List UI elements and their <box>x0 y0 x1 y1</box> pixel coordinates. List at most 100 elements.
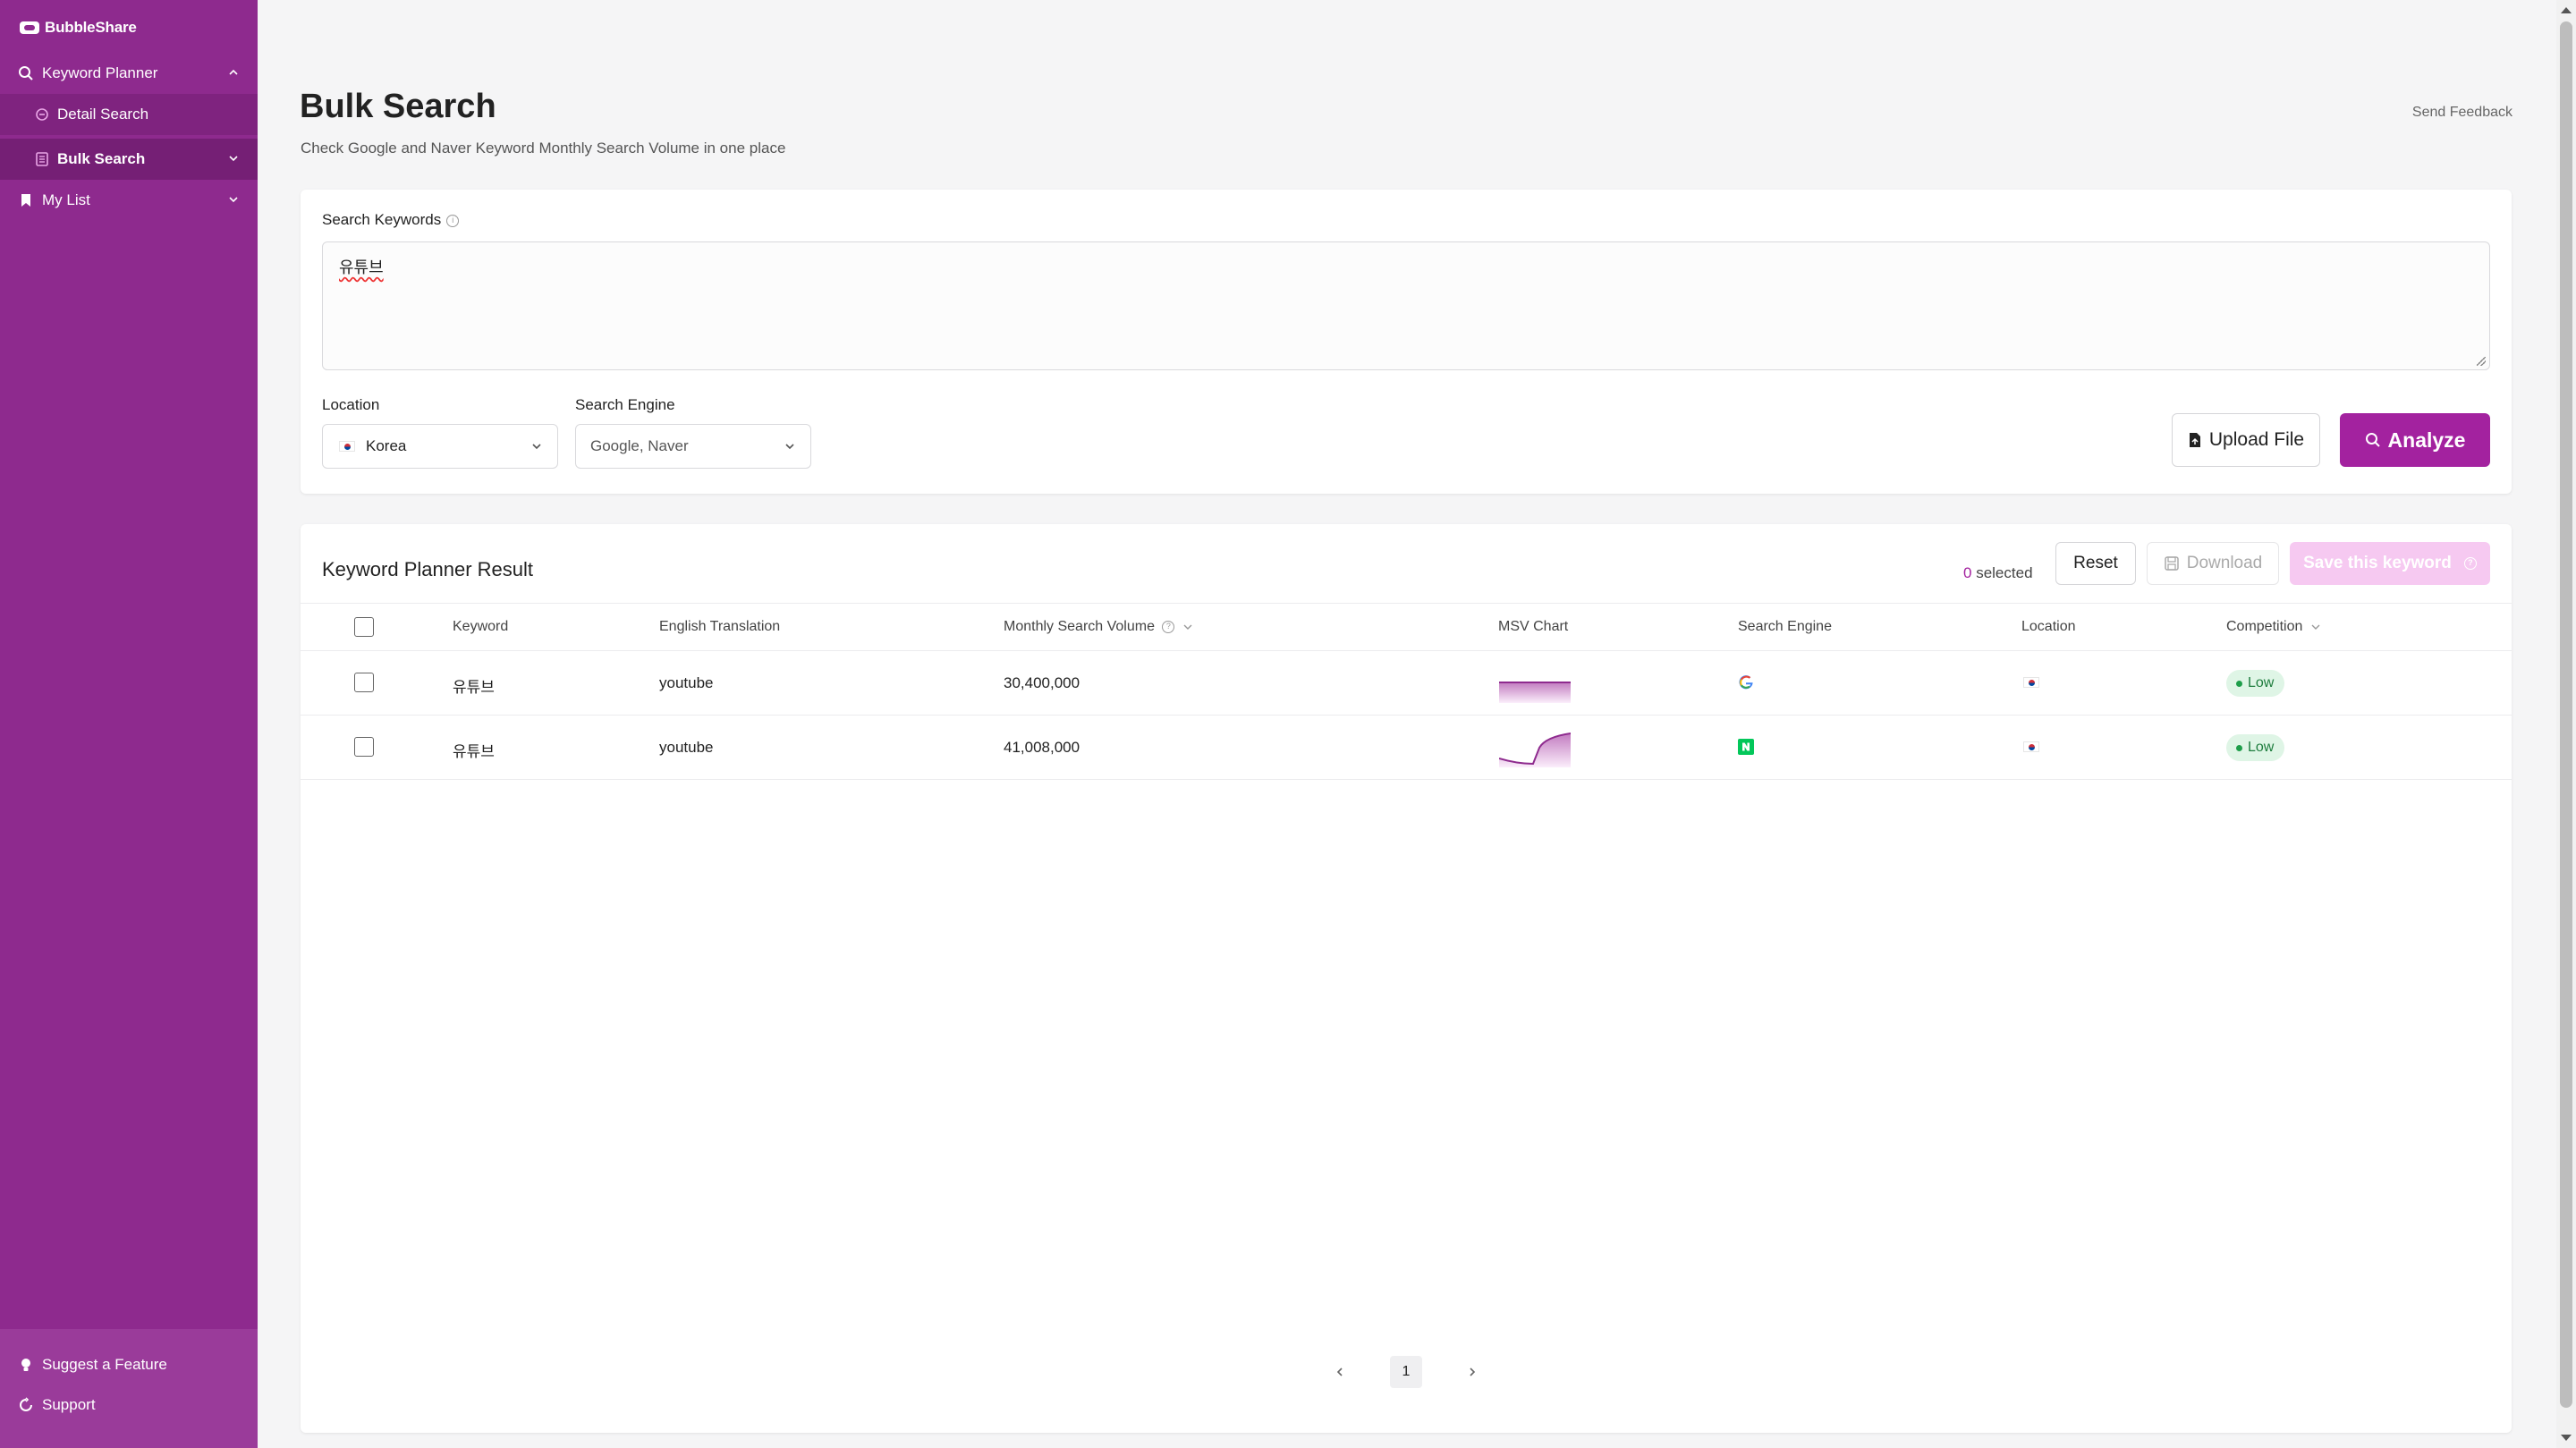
sidebar-item-label: My List <box>42 191 90 208</box>
sidebar-item-label: Suggest a Feature <box>42 1356 167 1373</box>
search-keywords-label: Search Keywords i <box>322 211 460 229</box>
naver-icon <box>1738 739 1754 755</box>
cell-translation: youtube <box>659 739 714 756</box>
search-keywords-label-text: Search Keywords <box>322 211 442 228</box>
table-row[interactable]: 유튜브 youtube 41,008,000 Low <box>301 716 2512 780</box>
prev-page-button[interactable] <box>1324 1356 1356 1388</box>
download-button[interactable]: Download <box>2147 542 2279 585</box>
save-keyword-label: Save this keyword <box>2303 554 2452 572</box>
search-icon <box>2365 433 2380 447</box>
chevron-down-icon <box>229 156 238 162</box>
table-row[interactable]: 유튜브 youtube 30,400,000 Low <box>301 651 2512 716</box>
msv-sparkline-chart <box>1499 732 1571 767</box>
google-icon <box>1739 675 1753 690</box>
save-keyword-button[interactable]: Save this keyword ? <box>2290 542 2490 585</box>
page-subtitle: Check Google and Naver Keyword Monthly S… <box>301 140 786 157</box>
scroll-down-icon[interactable] <box>2561 1435 2572 1441</box>
chevron-up-icon <box>229 69 238 75</box>
location-label: Location <box>322 396 380 413</box>
bubbleshare-logo-icon <box>20 21 39 34</box>
msv-sparkline-chart <box>1499 682 1571 703</box>
sidebar-footer: Suggest a Feature Support <box>0 1329 258 1448</box>
resize-handle-icon[interactable] <box>2477 357 2486 366</box>
download-label: Download <box>2186 554 2263 572</box>
sort-chevron-icon <box>2311 624 2320 630</box>
document-list-icon <box>36 152 48 166</box>
search-engine-label: Search Engine <box>575 396 675 413</box>
search-engine-select[interactable]: Google, Naver <box>575 424 811 469</box>
bookmark-icon <box>21 194 30 207</box>
sidebar-item-label: Keyword Planner <box>42 64 158 81</box>
sidebar-item-label: Support <box>42 1396 96 1413</box>
sidebar-item-keyword-planner[interactable]: Keyword Planner <box>0 53 258 94</box>
column-header-volume[interactable]: Monthly Search Volume ? <box>1004 619 1193 635</box>
brand-name: BubbleShare <box>45 19 137 36</box>
location-value: Korea <box>366 437 407 454</box>
reset-button[interactable]: Reset <box>2055 542 2136 585</box>
cell-volume: 41,008,000 <box>1004 739 1080 756</box>
result-title: Keyword Planner Result <box>322 558 534 580</box>
sidebar-item-label: Detail Search <box>57 106 149 123</box>
keywords-value: 유튜브 <box>339 258 384 276</box>
chevron-left-icon <box>1336 1368 1343 1376</box>
column-header-msv-chart: MSV Chart <box>1498 619 1569 634</box>
scroll-up-icon[interactable] <box>2561 7 2572 13</box>
sidebar-item-bulk-search[interactable]: Bulk Search <box>0 139 258 180</box>
upload-file-button[interactable]: Upload File <box>2172 413 2320 467</box>
upload-file-label: Upload File <box>2208 429 2305 450</box>
send-feedback-link[interactable]: Send Feedback <box>2412 105 2512 121</box>
korea-flag-icon <box>2023 741 2039 752</box>
cell-translation: youtube <box>659 674 714 691</box>
select-all-checkbox[interactable] <box>354 617 374 637</box>
sidebar: BubbleShare Keyword Planner Detail Searc… <box>0 0 258 1448</box>
page-number-button[interactable]: 1 <box>1390 1356 1422 1388</box>
korea-flag-icon <box>2023 677 2039 688</box>
help-icon: ? <box>2463 557 2477 570</box>
location-select[interactable]: Korea <box>322 424 558 469</box>
column-header-competition[interactable]: Competition <box>2226 619 2321 635</box>
page-scrollbar[interactable] <box>2556 0 2576 1448</box>
chevron-down-icon <box>229 197 238 203</box>
chevron-down-icon <box>532 444 541 450</box>
korea-flag-icon <box>339 441 355 452</box>
column-header-keyword[interactable]: Keyword <box>453 619 508 635</box>
sidebar-item-support[interactable]: Support <box>0 1384 258 1426</box>
column-header-volume-text: Monthly Search Volume <box>1004 619 1155 634</box>
search-form-card: Search Keywords i 유튜브 Location Korea Sear… <box>301 190 2512 494</box>
result-card: Keyword Planner Result 0 selected Reset … <box>301 524 2512 1433</box>
competition-badge: Low <box>2226 670 2285 697</box>
analyze-label: Analyze <box>2387 428 2466 452</box>
sort-chevron-icon <box>1183 624 1192 630</box>
column-header-search-engine: Search Engine <box>1738 619 1832 634</box>
selected-suffix: selected <box>1976 564 2033 581</box>
brand-logo[interactable]: BubbleShare <box>20 16 137 39</box>
selected-count: 0 selected <box>1963 553 2033 594</box>
cell-keyword: 유튜브 <box>453 679 495 696</box>
column-header-competition-text: Competition <box>2226 619 2303 634</box>
row-checkbox[interactable] <box>354 673 374 692</box>
save-disk-icon <box>2165 556 2179 571</box>
sidebar-item-label: Bulk Search <box>57 150 146 167</box>
search-icon <box>19 66 33 80</box>
scroll-thumb[interactable] <box>2560 21 2572 1408</box>
file-icon <box>2189 433 2200 447</box>
sidebar-item-my-list[interactable]: My List <box>0 180 258 221</box>
detail-search-icon <box>36 108 48 121</box>
info-icon[interactable]: i <box>446 214 460 227</box>
selected-number: 0 <box>1963 564 1972 581</box>
search-keywords-textarea[interactable]: 유튜브 <box>322 241 2490 370</box>
cell-volume: 30,400,000 <box>1004 674 1080 691</box>
support-icon <box>20 1397 32 1411</box>
sidebar-item-suggest-feature[interactable]: Suggest a Feature <box>0 1344 258 1385</box>
sidebar-item-detail-search[interactable]: Detail Search <box>0 94 258 135</box>
search-engine-value: Google, Naver <box>590 437 689 454</box>
reset-label: Reset <box>2073 554 2118 572</box>
row-checkbox[interactable] <box>354 737 374 757</box>
page-title: Bulk Search <box>300 88 496 125</box>
analyze-button[interactable]: Analyze <box>2340 413 2490 467</box>
chevron-right-icon <box>1470 1368 1476 1376</box>
help-icon[interactable]: ? <box>1162 620 1175 633</box>
next-page-button[interactable] <box>1456 1356 1488 1388</box>
table-header: Keyword English Translation Monthly Sear… <box>301 603 2512 651</box>
column-header-translation[interactable]: English Translation <box>659 619 780 635</box>
